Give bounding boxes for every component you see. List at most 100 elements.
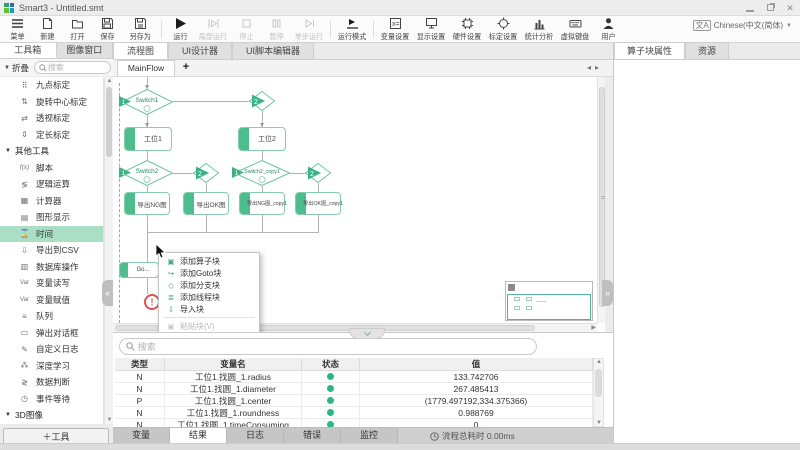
tool-item-export-csv[interactable]: ⇩导出到CSV — [0, 242, 103, 259]
tool-item-rotation-center-calibration[interactable]: ⇅旋转中心标定 — [0, 94, 103, 111]
menu-item-add-operator-block[interactable]: ▣添加算子块 — [159, 255, 259, 267]
tab-mainflow[interactable]: MainFlow — [117, 60, 175, 76]
tab-results[interactable]: 结果 — [170, 428, 227, 443]
table-row[interactable]: N 工位1.找圆_1.timeConsuming 0 — [115, 419, 593, 427]
language-selector[interactable]: 文A Chinese(中文(简体) ▼ — [693, 20, 792, 31]
results-search[interactable] — [119, 338, 537, 355]
restore-button[interactable] — [764, 2, 776, 14]
collapse-button[interactable]: ▼ 折叠 — [2, 61, 31, 75]
tool-item-variable-assignment[interactable]: Var变量赋值 — [0, 292, 103, 309]
branch-1-marker[interactable]: 1 — [119, 167, 132, 178]
table-row[interactable]: N 工位1.找圆_1.diameter 267.485413 — [115, 383, 593, 395]
branch-2-connector[interactable]: 2 — [249, 91, 275, 111]
scrollbar-thumb[interactable] — [595, 369, 602, 397]
table-row[interactable]: P 工位1.找圆_1.center (1779.497192,334.37536… — [115, 395, 593, 407]
display-settings-button[interactable]: 显示设置 — [413, 16, 449, 42]
statistics-button[interactable]: 统计分析 — [521, 16, 557, 42]
minimap[interactable] — [505, 281, 593, 321]
section-3d-image[interactable]: ▼3D图像 — [0, 407, 103, 424]
tab-flowchart[interactable]: 流程图 — [113, 42, 168, 59]
tool-item-perspective-calibration[interactable]: ⇄透视标定 — [0, 110, 103, 127]
scrollbar-thumb[interactable] — [599, 87, 605, 307]
menu-button[interactable]: 菜单 — [2, 16, 32, 42]
new-button[interactable]: 新建 — [32, 16, 62, 42]
tool-item-calculator[interactable]: ▦计算器 — [0, 193, 103, 210]
tool-item-variable-readwrite[interactable]: Var变量读写 — [0, 275, 103, 292]
tool-item-queue[interactable]: ≡队列 — [0, 308, 103, 325]
open-button[interactable]: 打开 — [62, 16, 92, 42]
minimap-viewport[interactable] — [507, 294, 591, 320]
results-search-input[interactable] — [138, 342, 530, 352]
minimize-button[interactable] — [744, 2, 756, 14]
table-scrollbar[interactable]: ▲ ▼ — [593, 358, 604, 427]
tab-log[interactable]: 日志 — [227, 428, 284, 443]
export-ng-copy-block[interactable]: 导出NG图_copy1 — [239, 192, 285, 215]
tool-item-nine-point-calibration[interactable]: ⠿九点标定 — [0, 77, 103, 94]
run-mode-button[interactable]: 运行模式 — [334, 16, 370, 42]
tab-operator-properties[interactable]: 算子块属性 — [614, 42, 685, 59]
save-button[interactable]: 保存 — [92, 16, 122, 42]
sidebar-search[interactable] — [34, 61, 111, 74]
tool-item-data-judgment[interactable]: ≷数据判断 — [0, 374, 103, 391]
station1-block[interactable]: 工位1 — [124, 127, 172, 151]
tool-item-time[interactable]: ⌛时间 — [0, 226, 103, 243]
branch-2-connector[interactable]: 2 — [305, 163, 331, 183]
virtual-keyboard-button[interactable]: 虚拟键盘 — [557, 16, 593, 42]
save-as-button[interactable]: 另存为 — [122, 16, 158, 42]
tab-scroll-arrows[interactable]: ◂▸ — [587, 63, 603, 72]
user-button[interactable]: 用户 — [593, 16, 623, 42]
station2-block[interactable]: 工位2 — [238, 127, 286, 151]
tab-toolbox[interactable]: 工具箱 — [0, 43, 57, 58]
scroll-right-icon[interactable]: ▶ — [591, 324, 596, 332]
search-icon — [39, 64, 46, 72]
stop-icon — [240, 17, 253, 30]
export-ng-block[interactable]: 导出NG图 — [124, 192, 170, 215]
branch-1-marker[interactable]: 1 — [232, 167, 245, 178]
run-button[interactable]: 运行 — [165, 16, 195, 42]
collapse-right-panel-handle[interactable]: » — [602, 280, 613, 306]
sidebar-scrollbar[interactable]: ▲ ▼ — [104, 77, 113, 424]
branch-2-connector[interactable]: 2 — [193, 163, 219, 183]
tool-item-event-wait[interactable]: ◷事件等待 — [0, 391, 103, 408]
hardware-settings-button[interactable]: 硬件设置 — [449, 16, 485, 42]
tool-item-deep-learning[interactable]: ⁂深度学习 — [0, 358, 103, 375]
status-ok-dot — [327, 373, 334, 380]
add-flow-button[interactable]: + — [179, 61, 193, 75]
export-ok-block[interactable]: 导出OK图 — [183, 192, 229, 215]
tool-item-script[interactable]: f(x)脚本 — [0, 160, 103, 177]
export-ok-copy-block[interactable]: 导出OK图_copy1 — [295, 192, 341, 215]
scroll-down-icon[interactable]: ▼ — [594, 420, 604, 426]
tab-ui-script-editor[interactable]: UI脚本编辑器 — [232, 42, 314, 59]
tool-item-logic-operation[interactable]: ≶逻辑运算 — [0, 176, 103, 193]
collapse-left-panel-handle[interactable]: « — [102, 280, 113, 306]
close-button[interactable]: ✕ — [784, 2, 796, 14]
scrollbar-thumb[interactable] — [106, 87, 112, 157]
collapse-bottom-panel-button[interactable] — [349, 328, 385, 339]
tab-image-window[interactable]: 图像窗口 — [57, 43, 114, 58]
tab-variables[interactable]: 变量 — [113, 428, 170, 443]
tab-resources[interactable]: 资源 — [685, 42, 729, 59]
tool-item-graphic-display[interactable]: ▤图形显示 — [0, 209, 103, 226]
flowchart-canvas[interactable]: Switch1 1 2 工位1 工位2 Switch2 1 2 Switch2_… — [113, 77, 605, 332]
tab-ui-designer[interactable]: UI设计器 — [168, 42, 232, 59]
menu-item-import-block[interactable]: ⇩导入块 — [159, 303, 259, 315]
menu-item-add-goto-block[interactable]: ↪添加Goto块 — [159, 267, 259, 279]
menu-item-add-thread-block[interactable]: ≣添加线程块 — [159, 291, 259, 303]
tool-item-popup-dialog[interactable]: ▭弹出对话框 — [0, 325, 103, 342]
menu-item-add-branch-block[interactable]: ◇添加分支块 — [159, 279, 259, 291]
section-other-tools[interactable]: ▼其他工具 — [0, 143, 103, 160]
branch-1-marker[interactable]: 1 — [119, 96, 132, 107]
sidebar-search-input[interactable] — [48, 63, 106, 72]
tool-item-database-operation[interactable]: ▥数据库操作 — [0, 259, 103, 276]
scroll-up-icon[interactable]: ▲ — [594, 359, 604, 365]
table-row[interactable]: N 工位1.找圆_1.radius 133.742706 — [115, 371, 593, 383]
tab-errors[interactable]: 错误 — [284, 428, 341, 443]
goto-block[interactable]: Go... — [119, 262, 159, 278]
tool-item-custom-log[interactable]: ✎自定义日志 — [0, 341, 103, 358]
svg-text:x=: x= — [392, 21, 400, 28]
table-row[interactable]: N 工位1.找圆_1.roundness 0.988769 — [115, 407, 593, 419]
variable-settings-button[interactable]: x= 变量设置 — [377, 16, 413, 42]
tool-item-fixed-length-calibration[interactable]: ⇕定长标定 — [0, 127, 103, 144]
tab-monitor[interactable]: 监控 — [341, 428, 398, 443]
calibration-settings-button[interactable]: 标定设置 — [485, 16, 521, 42]
